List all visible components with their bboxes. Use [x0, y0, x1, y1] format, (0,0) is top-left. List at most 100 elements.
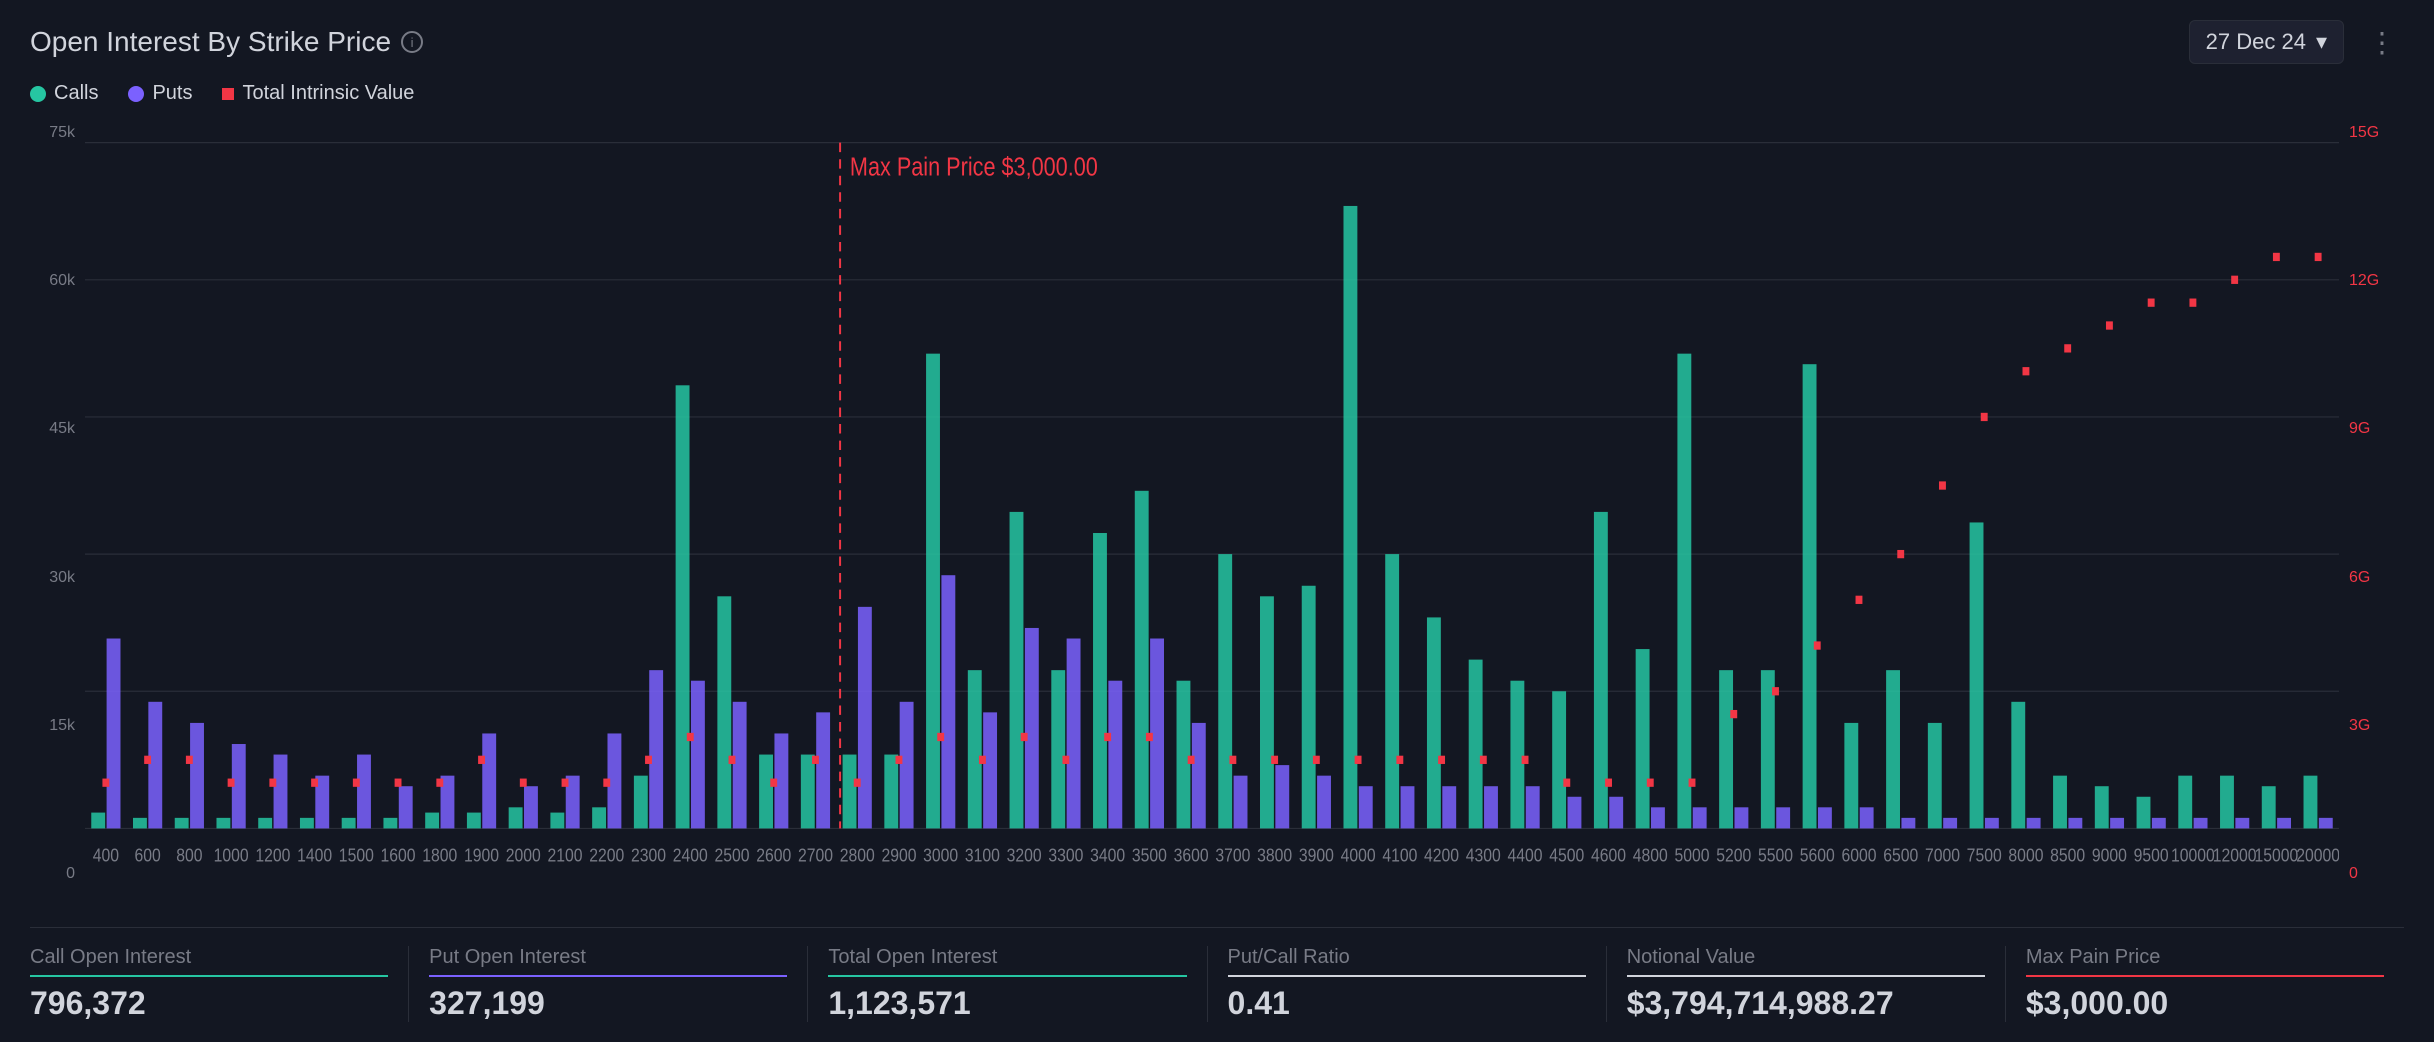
svg-text:1800: 1800 [422, 844, 457, 866]
svg-text:2400: 2400 [673, 844, 708, 866]
stat-label-2: Total Open Interest [828, 946, 1186, 969]
svg-text:600: 600 [134, 844, 160, 866]
svg-text:2200: 2200 [589, 844, 624, 866]
header: Open Interest By Strike Price i 27 Dec 2… [30, 20, 2404, 64]
svg-text:3300: 3300 [1048, 844, 1083, 866]
svg-text:9000: 9000 [2092, 844, 2127, 866]
intrinsic-square [222, 88, 234, 100]
chart-svg: Max Pain Price $3,000.00 400 600 800 1000 120… [85, 119, 2339, 923]
svg-text:4100: 4100 [1382, 844, 1417, 866]
stat-label-4: Notional Value [1627, 946, 1985, 969]
header-right: 27 Dec 24 ▾ ⋮ [2189, 20, 2404, 64]
calls-dot [30, 86, 46, 102]
y-axis-right: 15G 12G 9G 6G 3G 0 [2339, 119, 2404, 923]
stat-value-4: $3,794,714,988.27 [1627, 985, 1985, 1022]
svg-text:1200: 1200 [255, 844, 290, 866]
stat-item-5: Max Pain Price $3,000.00 [2005, 946, 2404, 1022]
svg-text:5200: 5200 [1716, 844, 1751, 866]
chart-area: 75k 60k 45k 30k 15k 0 Max Pain Price $3,… [30, 119, 2404, 923]
svg-text:4800: 4800 [1633, 844, 1668, 866]
stats-row: Call Open Interest 796,372 Put Open Inte… [30, 927, 2404, 1022]
stat-item-1: Put Open Interest 327,199 [408, 946, 807, 1022]
stat-item-3: Put/Call Ratio 0.41 [1207, 946, 1606, 1022]
svg-text:1400: 1400 [297, 844, 332, 866]
svg-text:5600: 5600 [1800, 844, 1835, 866]
svg-text:6000: 6000 [1841, 844, 1876, 866]
svg-text:2600: 2600 [756, 844, 791, 866]
svg-text:8500: 8500 [2050, 844, 2085, 866]
stat-underline-0 [30, 975, 388, 977]
svg-text:2800: 2800 [840, 844, 875, 866]
svg-text:400: 400 [93, 844, 119, 866]
svg-text:4600: 4600 [1591, 844, 1626, 866]
legend-intrinsic: Total Intrinsic Value [222, 82, 414, 105]
legend-puts: Puts [128, 82, 192, 105]
puts-dot [128, 86, 144, 102]
svg-text:3900: 3900 [1299, 844, 1334, 866]
svg-text:Max Pain Price $3,000.00: Max Pain Price $3,000.00 [850, 153, 1098, 182]
svg-text:3100: 3100 [965, 844, 1000, 866]
stat-value-1: 327,199 [429, 985, 787, 1022]
stat-underline-3 [1228, 975, 1586, 977]
stat-underline-2 [828, 975, 1186, 977]
svg-text:7500: 7500 [1967, 844, 2002, 866]
svg-text:1500: 1500 [339, 844, 374, 866]
chevron-down-icon: ▾ [2316, 29, 2327, 55]
svg-text:3200: 3200 [1007, 844, 1042, 866]
header-left: Open Interest By Strike Price i [30, 26, 423, 58]
intrinsic-label: Total Intrinsic Value [242, 82, 414, 105]
svg-text:3800: 3800 [1257, 844, 1292, 866]
y-axis-left: 75k 60k 45k 30k 15k 0 [30, 119, 85, 923]
svg-text:7000: 7000 [1925, 844, 1960, 866]
stat-value-0: 796,372 [30, 985, 388, 1022]
svg-text:4200: 4200 [1424, 844, 1459, 866]
stat-underline-4 [1627, 975, 1985, 977]
svg-text:2500: 2500 [714, 844, 749, 866]
svg-text:3500: 3500 [1132, 844, 1167, 866]
svg-text:800: 800 [176, 844, 202, 866]
svg-text:2900: 2900 [881, 844, 916, 866]
stat-item-4: Notional Value $3,794,714,988.27 [1606, 946, 2005, 1022]
svg-text:2000: 2000 [506, 844, 541, 866]
svg-text:9500: 9500 [2134, 844, 2169, 866]
stat-item-0: Call Open Interest 796,372 [30, 946, 408, 1022]
date-selector[interactable]: 27 Dec 24 ▾ [2189, 20, 2344, 64]
stat-label-0: Call Open Interest [30, 946, 388, 969]
svg-text:4500: 4500 [1549, 844, 1584, 866]
main-container: Open Interest By Strike Price i 27 Dec 2… [0, 0, 2434, 1042]
calls-label: Calls [54, 82, 98, 105]
svg-text:5000: 5000 [1675, 844, 1710, 866]
date-label: 27 Dec 24 [2206, 29, 2306, 55]
stat-label-5: Max Pain Price [2026, 946, 2384, 969]
svg-text:4400: 4400 [1508, 844, 1543, 866]
puts-label: Puts [152, 82, 192, 105]
info-icon[interactable]: i [401, 31, 423, 53]
svg-text:3000: 3000 [923, 844, 958, 866]
stat-value-3: 0.41 [1228, 985, 1586, 1022]
svg-text:15000: 15000 [2255, 844, 2299, 866]
legend-calls: Calls [30, 82, 98, 105]
svg-text:3700: 3700 [1215, 844, 1250, 866]
stat-underline-1 [429, 975, 787, 977]
svg-text:1600: 1600 [381, 844, 416, 866]
chart-inner: Max Pain Price $3,000.00 400 600 800 1000 120… [85, 119, 2339, 923]
more-options-button[interactable]: ⋮ [2360, 22, 2404, 63]
svg-text:3400: 3400 [1090, 844, 1125, 866]
svg-text:2100: 2100 [548, 844, 583, 866]
svg-text:3600: 3600 [1174, 844, 1209, 866]
svg-text:2300: 2300 [631, 844, 666, 866]
stat-value-5: $3,000.00 [2026, 985, 2384, 1022]
svg-text:6500: 6500 [1883, 844, 1918, 866]
svg-text:1000: 1000 [214, 844, 249, 866]
stat-item-2: Total Open Interest 1,123,571 [807, 946, 1206, 1022]
stat-underline-5 [2026, 975, 2384, 977]
stat-label-3: Put/Call Ratio [1228, 946, 1586, 969]
svg-text:2700: 2700 [798, 844, 833, 866]
chart-legend: Calls Puts Total Intrinsic Value [30, 82, 2404, 105]
stat-value-2: 1,123,571 [828, 985, 1186, 1022]
svg-text:1900: 1900 [464, 844, 499, 866]
svg-text:5500: 5500 [1758, 844, 1793, 866]
svg-text:10000: 10000 [2171, 844, 2215, 866]
svg-text:8000: 8000 [2008, 844, 2043, 866]
stat-label-1: Put Open Interest [429, 946, 787, 969]
